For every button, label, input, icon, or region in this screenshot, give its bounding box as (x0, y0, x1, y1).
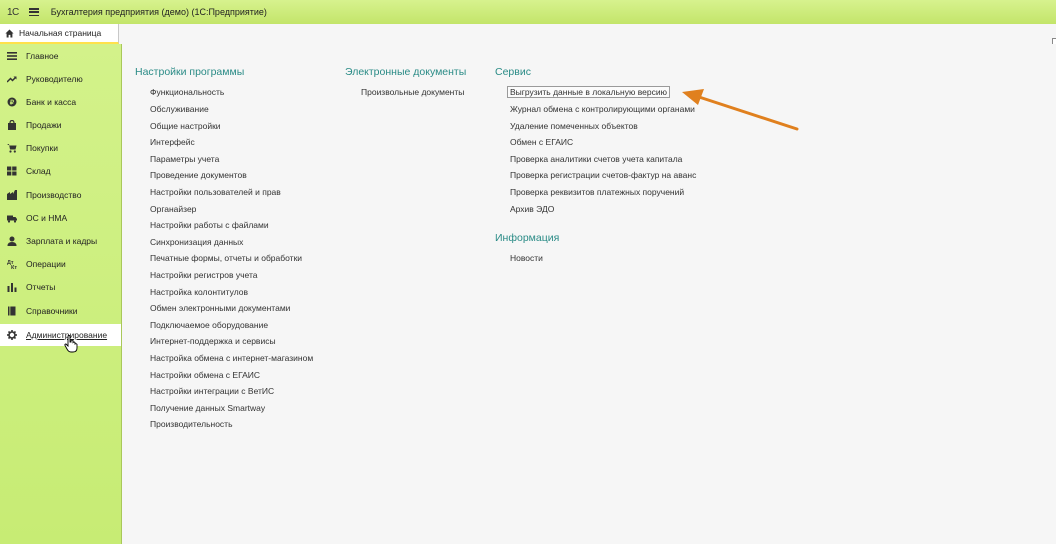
sidebar-item-fixed-assets[interactable]: ОС и НМА (0, 207, 121, 229)
link-organizer[interactable]: Органайзер (150, 204, 196, 214)
link-invoice-check[interactable]: Проверка регистрации счетов-фактур на ав… (510, 170, 696, 180)
hand-cursor-icon (64, 335, 78, 353)
link-egais-settings[interactable]: Настройки обмена с ЕГАИС (150, 370, 260, 380)
app-logo: 1С (7, 6, 19, 18)
sidebar-item-label: ОС и НМА (26, 213, 68, 223)
sidebar-item-reports[interactable]: Отчеты (0, 276, 121, 298)
sidebar-item-label: Покупки (26, 143, 58, 153)
link-vetis-settings[interactable]: Настройки интеграции с ВетИС (150, 386, 274, 396)
section-title-edocs: Электронные документы (345, 66, 467, 78)
link-edo-archive[interactable]: Архив ЭДО (510, 204, 554, 214)
section-title-info: Информация (495, 232, 560, 244)
sidebar-item-label: Главное (26, 51, 59, 61)
link-interface[interactable]: Интерфейс (150, 137, 195, 147)
link-delete-marked[interactable]: Удаление помеченных объектов (510, 121, 638, 131)
sidebar-item-manager[interactable]: Руководителю (0, 68, 121, 90)
tab-home-label: Начальная страница (19, 28, 102, 38)
sidebar-item-label: Зарплата и кадры (26, 236, 98, 246)
sidebar-item-label: Продажи (26, 120, 62, 130)
book-icon (8, 306, 16, 316)
bag-icon (8, 120, 16, 130)
main-content: Настройки программы Функциональность Обс… (122, 44, 1056, 544)
link-smartway[interactable]: Получение данных Smartway (150, 403, 265, 413)
person-icon (7, 236, 17, 246)
link-print-forms[interactable]: Печатные формы, отчеты и обработки (150, 253, 302, 263)
title-bar: 1С Бухгалтерия предприятия (демо) (1С:Пр… (0, 0, 1056, 25)
sidebar-item-operations[interactable]: Дт Кт Операции (0, 253, 121, 275)
sidebar-item-salary[interactable]: Зарплата и кадры (0, 230, 121, 252)
sidebar-item-label: Отчеты (26, 282, 56, 292)
section-title-service: Сервис (495, 66, 531, 78)
factory-icon (7, 190, 17, 200)
sidebar-item-label: Руководителю (26, 74, 83, 84)
tab-row: Начальная страница (0, 24, 1056, 44)
link-egais-exchange[interactable]: Обмен с ЕГАИС (510, 137, 573, 147)
sidebar-item-references[interactable]: Справочники (0, 300, 121, 322)
svg-text:Кт: Кт (11, 265, 17, 269)
link-functionality[interactable]: Функциональность (150, 87, 224, 97)
link-internet-support[interactable]: Интернет-поддержка и сервисы (150, 336, 276, 346)
home-icon (5, 28, 14, 38)
warehouse-icon (7, 166, 17, 176)
sidebar-item-label: Производство (26, 190, 82, 200)
link-payment-check[interactable]: Проверка реквизитов платежных поручений (510, 187, 684, 197)
tab-home[interactable]: Начальная страница (0, 24, 119, 44)
sidebar-item-label: Операции (26, 259, 66, 269)
sections-sidebar: Главное Руководителю ₽ Банк и касса Прод… (0, 44, 122, 544)
sidebar-item-label: Банк и касса (26, 97, 77, 107)
link-export-local[interactable]: Выгрузить данные в локальную версию (507, 86, 670, 98)
truck-icon (7, 215, 17, 223)
link-news[interactable]: Новости (510, 253, 543, 263)
link-data-sync[interactable]: Синхронизация данных (150, 237, 243, 247)
link-users-rights[interactable]: Настройки пользователей и прав (150, 187, 281, 197)
sidebar-item-bank[interactable]: ₽ Банк и касса (0, 91, 121, 113)
sidebar-item-main[interactable]: Главное (0, 45, 121, 67)
link-maintenance[interactable]: Обслуживание (150, 104, 209, 114)
sidebar-item-label: Склад (26, 166, 51, 176)
operations-icon: ДтКт (7, 260, 17, 269)
sidebar-item-production[interactable]: Производство (0, 184, 121, 206)
link-eshop-exchange[interactable]: Настройка обмена с интернет-магазином (150, 353, 313, 363)
bar-chart-icon (7, 283, 17, 292)
sidebar-item-purchases[interactable]: Покупки (0, 137, 121, 159)
coin-icon: ₽ (7, 97, 17, 107)
app-title: Бухгалтерия предприятия (демо) (1С:Предп… (50, 7, 267, 17)
link-exchange-journal[interactable]: Журнал обмена с контролирующими органами (510, 104, 695, 114)
sidebar-item-warehouse[interactable]: Склад (0, 160, 121, 182)
link-accounting-params[interactable]: Параметры учета (150, 154, 219, 164)
link-registers[interactable]: Настройки регистров учета (150, 270, 257, 280)
link-file-settings[interactable]: Настройки работы с файлами (150, 220, 269, 230)
link-general-settings[interactable]: Общие настройки (150, 121, 221, 131)
menu-icon (7, 52, 17, 60)
link-arbitrary-docs[interactable]: Произвольные документы (361, 87, 464, 97)
sidebar-item-administration[interactable]: Администрирование (0, 324, 121, 346)
sidebar-item-label: Справочники (26, 306, 78, 316)
cart-icon (7, 144, 17, 153)
main-menu-icon[interactable] (28, 8, 39, 17)
gear-icon (7, 330, 17, 340)
trend-icon (7, 76, 17, 83)
link-edoc-exchange[interactable]: Обмен электронными документами (150, 303, 290, 313)
link-performance[interactable]: Производительность (150, 419, 233, 429)
section-title-settings: Настройки программы (135, 66, 245, 78)
link-headers-footers[interactable]: Настройка колонтитулов (150, 287, 248, 297)
link-document-posting[interactable]: Проведение документов (150, 170, 247, 180)
annotation-arrow (682, 89, 799, 131)
sidebar-item-sales[interactable]: Продажи (0, 114, 121, 136)
link-capital-check[interactable]: Проверка аналитики счетов учета капитала (510, 154, 682, 164)
link-equipment[interactable]: Подключаемое оборудование (150, 320, 268, 330)
